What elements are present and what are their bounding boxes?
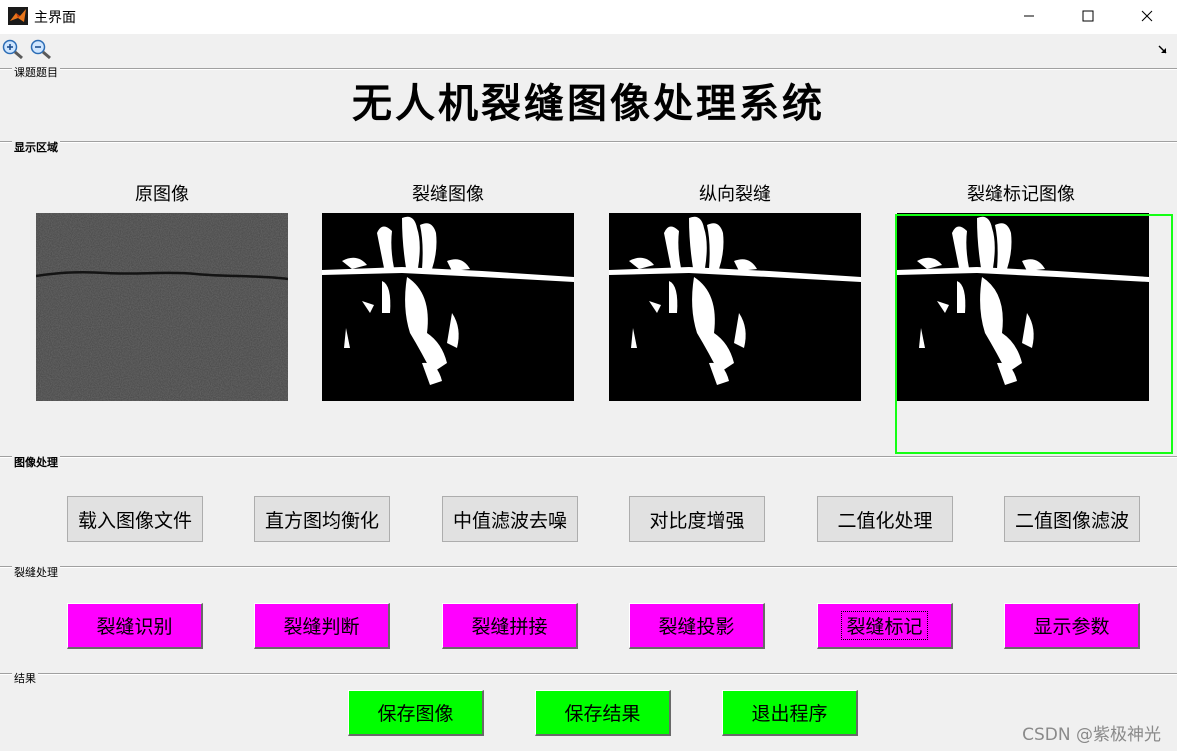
- zoom-in-button[interactable]: [1, 38, 25, 60]
- crack-judge-button[interactable]: 裂缝判断: [254, 603, 390, 649]
- median-filter-button[interactable]: 中值滤波去噪: [442, 496, 578, 542]
- result-panel-border: [0, 673, 1177, 675]
- show-params-button[interactable]: 显示参数: [1004, 603, 1140, 649]
- watermark: CSDN @紫极神光: [1022, 725, 1161, 745]
- close-icon: [1141, 10, 1153, 22]
- crack-identify-button[interactable]: 裂缝识别: [67, 603, 203, 649]
- minimize-icon: [1024, 15, 1034, 17]
- binary-filter-button[interactable]: 二值图像滤波: [1004, 496, 1140, 542]
- result-panel-label: 结果: [12, 672, 38, 686]
- original-image-graphic: [36, 213, 288, 401]
- minimize-button[interactable]: [1006, 0, 1052, 32]
- save-image-button[interactable]: 保存图像: [348, 690, 484, 736]
- figure-toolbar: [0, 34, 1177, 64]
- crack-binary-graphic: [322, 213, 574, 401]
- image-processing-panel-label: 图像处理: [12, 456, 60, 470]
- dock-arrow-icon: [1158, 45, 1167, 54]
- marked-crack-caption: 裂缝标记图像: [967, 184, 1075, 205]
- exit-program-button[interactable]: 退出程序: [722, 690, 858, 736]
- crack-processing-panel-border: [0, 566, 1177, 568]
- vertical-crack-caption: 纵向裂缝: [699, 184, 771, 205]
- crack-image-caption: 裂缝图像: [412, 184, 484, 205]
- crack-stitch-button[interactable]: 裂缝拼接: [442, 603, 578, 649]
- page-title: 无人机裂缝图像处理系统: [352, 80, 825, 127]
- close-button[interactable]: [1124, 0, 1170, 32]
- crack-mark-button[interactable]: 裂缝标记: [817, 603, 953, 649]
- topic-panel-border: [0, 68, 1177, 70]
- zoom-out-icon: [30, 39, 51, 60]
- crack-projection-button[interactable]: 裂缝投影: [629, 603, 765, 649]
- maximize-button[interactable]: [1065, 0, 1111, 32]
- image-processing-panel-border: [0, 456, 1177, 458]
- maximize-icon: [1082, 10, 1094, 22]
- crack-binary-image: [322, 213, 574, 401]
- display-panel-border: [0, 141, 1177, 143]
- zoom-in-icon: [2, 39, 23, 60]
- binarize-button[interactable]: 二值化处理: [817, 496, 953, 542]
- marked-crack-image: [897, 213, 1149, 401]
- save-result-button[interactable]: 保存结果: [535, 690, 671, 736]
- matlab-icon: [8, 7, 28, 25]
- contrast-enhance-button[interactable]: 对比度增强: [629, 496, 765, 542]
- load-image-button[interactable]: 载入图像文件: [67, 496, 203, 542]
- vertical-crack-graphic: [609, 213, 861, 401]
- display-panel-label: 显示区域: [12, 141, 60, 155]
- zoom-out-button[interactable]: [29, 38, 53, 60]
- original-image: [36, 213, 288, 401]
- window-title: 主界面: [34, 10, 76, 26]
- original-image-caption: 原图像: [135, 184, 189, 205]
- vertical-crack-image: [609, 213, 861, 401]
- marked-crack-graphic: [897, 213, 1149, 401]
- window-titlebar: 主界面: [0, 0, 1177, 34]
- crack-processing-panel-label: 裂缝处理: [12, 566, 60, 580]
- histogram-equalization-button[interactable]: 直方图均衡化: [254, 496, 390, 542]
- dock-button[interactable]: [1156, 42, 1170, 56]
